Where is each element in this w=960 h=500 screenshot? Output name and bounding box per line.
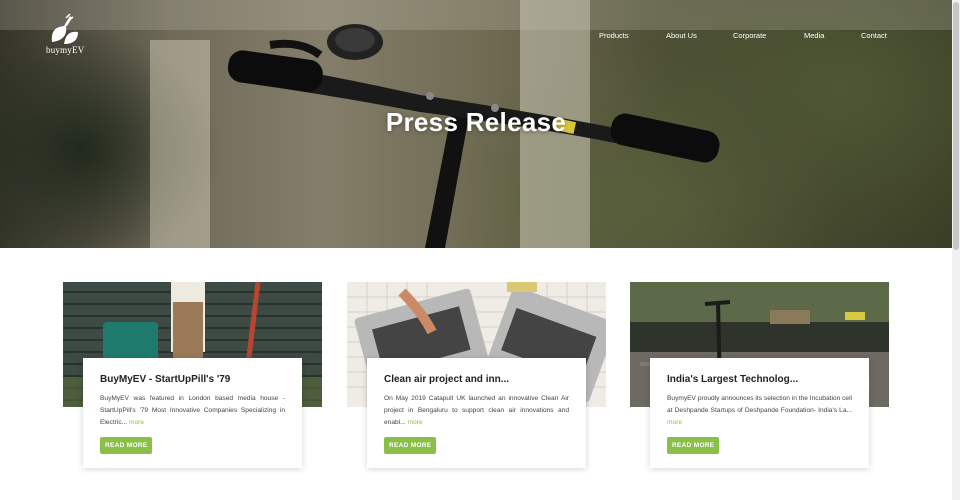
more-link[interactable]: more (667, 419, 682, 426)
hero-banner: buymyEV Products About Us Corporate Medi… (0, 0, 952, 248)
card-title[interactable]: Clean air project and inn... (384, 374, 569, 385)
card-excerpt: BuymyEV proudly announces its selection … (667, 395, 852, 426)
card-title[interactable]: India's Largest Technolog... (667, 374, 852, 385)
more-link[interactable]: more (407, 419, 422, 426)
card-excerpt: On May 2019 Catapult UK launched an inno… (384, 395, 569, 426)
card-excerpt: BuyMyEV was featured in London based med… (100, 395, 285, 426)
more-link[interactable]: more (129, 419, 144, 426)
nav-item-contact[interactable]: Contact (861, 31, 887, 40)
press-card-3: India's Largest Technolog... BuymyEV pro… (630, 282, 889, 472)
page-title: Press Release (385, 107, 567, 137)
brand-name[interactable]: buymyEV (46, 45, 84, 55)
read-more-button[interactable]: READ MORE (384, 437, 437, 454)
read-more-button[interactable]: READ MORE (667, 437, 720, 454)
scrollbar-thumb[interactable] (953, 2, 959, 250)
press-card-2: Clean air project and inn... On May 2019… (347, 282, 606, 472)
page-scrollbar[interactable] (952, 0, 960, 500)
nav-item-products[interactable]: Products (599, 31, 629, 40)
card-body: Clean air project and inn... On May 2019… (367, 358, 586, 468)
press-card-1: BuyMyEV - StartUpPill's '79 BuyMyEV was … (63, 282, 322, 472)
main-nav: Products About Us Corporate Media Contac… (0, 31, 952, 43)
card-body: India's Largest Technolog... BuymyEV pro… (650, 358, 869, 468)
nav-item-corporate[interactable]: Corporate (733, 31, 766, 40)
read-more-button[interactable]: READ MORE (100, 437, 153, 454)
nav-item-about-us[interactable]: About Us (666, 31, 697, 40)
nav-item-media[interactable]: Media (804, 31, 824, 40)
card-title[interactable]: BuyMyEV - StartUpPill's '79 (100, 374, 285, 385)
card-body: BuyMyEV - StartUpPill's '79 BuyMyEV was … (83, 358, 302, 468)
